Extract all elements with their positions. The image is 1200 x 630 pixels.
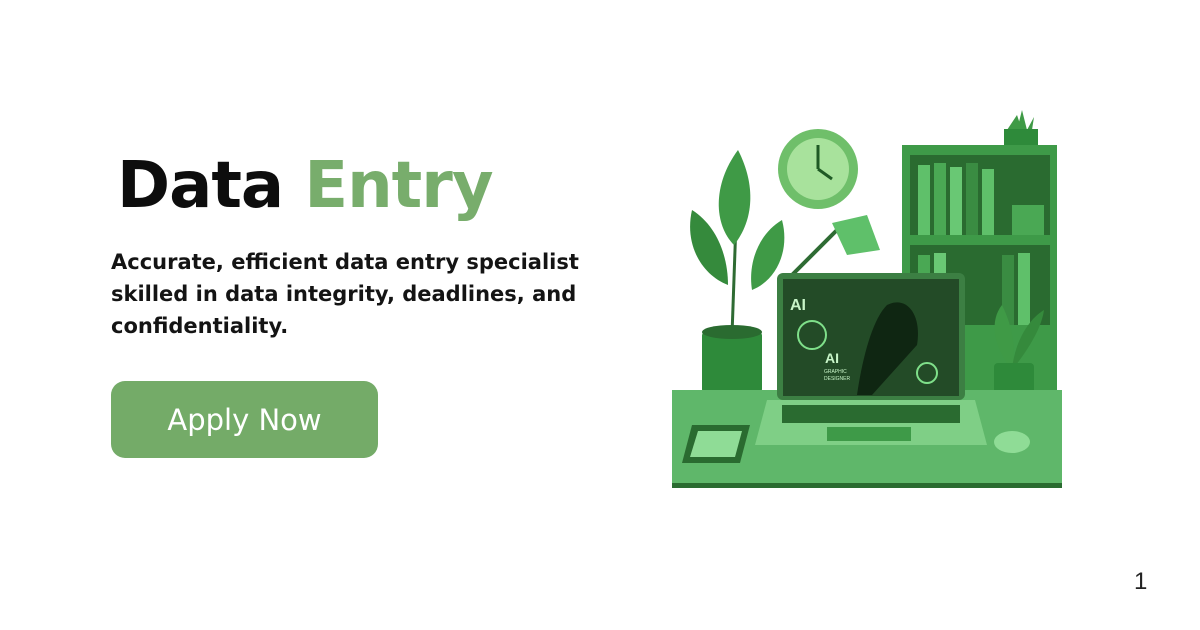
laptop-icon: AI AI GRAPHIC DESIGNER	[755, 273, 987, 445]
notepad-icon	[682, 425, 750, 463]
screen-ai-label: AI	[790, 297, 806, 314]
apply-now-button[interactable]: Apply Now	[111, 381, 378, 458]
potted-plant-icon	[690, 150, 785, 395]
workspace-illustration: AI AI GRAPHIC DESIGNER	[672, 110, 1062, 488]
page-number: 1	[1134, 568, 1148, 595]
page-title: Data Entry	[117, 148, 494, 224]
screen-designer-label: DESIGNER	[824, 376, 851, 382]
mouse-icon	[994, 431, 1030, 453]
screen-ai-label-2: AI	[825, 350, 839, 366]
screen-graphic-label: GRAPHIC	[824, 369, 847, 375]
clock-icon	[778, 129, 858, 209]
title-word-entry: Entry	[304, 149, 493, 223]
job-description: Accurate, efficient data entry specialis…	[111, 250, 579, 338]
title-word-data: Data	[117, 149, 284, 223]
